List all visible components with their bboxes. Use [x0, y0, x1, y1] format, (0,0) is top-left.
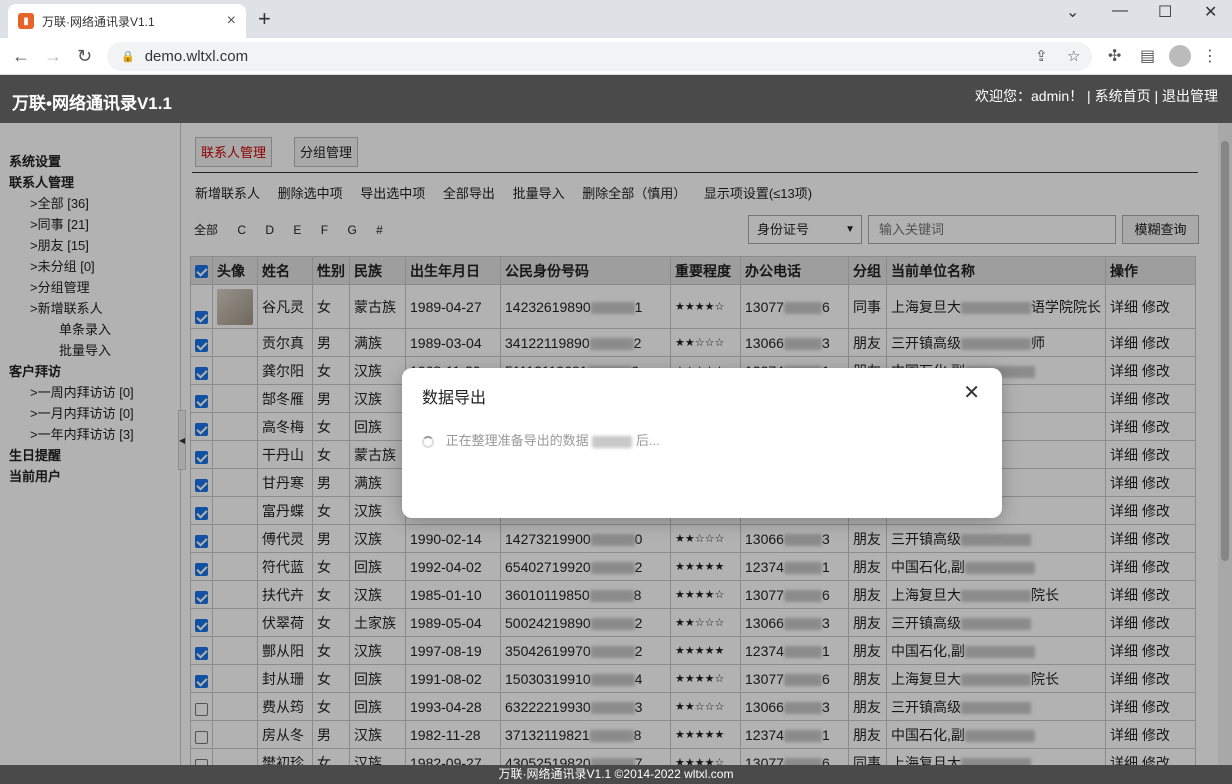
- new-tab-icon[interactable]: +: [258, 8, 271, 30]
- app-title: 万联•网络通讯录V1.1: [12, 94, 172, 113]
- url-text: demo.wltxl.com: [144, 48, 249, 65]
- lock-icon: 🔒: [121, 51, 135, 63]
- logout-link[interactable]: 退出管理: [1162, 88, 1218, 104]
- blurred-text: [592, 435, 633, 448]
- close-tab-icon[interactable]: ×: [227, 12, 236, 30]
- nav-separator: |: [1154, 88, 1162, 104]
- share-icon[interactable]: ⇪: [1035, 47, 1048, 65]
- modal-message-a: 正在整理准备导出的数据: [445, 433, 589, 448]
- address-bar: ← → ↻ 🔒 demo.wltxl.com ⇪ ☆ ✣ ▤ ⋮: [0, 38, 1232, 75]
- tab-search-icon[interactable]: ⌄: [1066, 2, 1079, 22]
- reload-icon[interactable]: ↻: [77, 46, 92, 67]
- bookmark-star-icon[interactable]: ☆: [1067, 47, 1080, 65]
- loading-spinner-icon: [422, 435, 434, 448]
- menu-icon[interactable]: ⋮: [1202, 46, 1218, 66]
- export-modal: 数据导出 ✕ 正在整理准备导出的数据 后...: [402, 368, 1002, 518]
- nav-separator: |: [1087, 88, 1095, 104]
- modal-message: 正在整理准备导出的数据 后...: [422, 430, 660, 449]
- back-icon[interactable]: ←: [12, 46, 30, 67]
- browser-tabbar: ▮ 万联·网络通讯录V1.1 × + ⌄ — ☐ ✕: [0, 0, 1232, 38]
- book-icon: ▮: [18, 13, 34, 29]
- sidepanel-icon[interactable]: ▤: [1140, 46, 1155, 66]
- welcome-text: 欢迎您：admin！: [975, 88, 1084, 104]
- maximize-icon[interactable]: ☐: [1158, 2, 1172, 22]
- close-icon[interactable]: ✕: [963, 380, 980, 405]
- tab-title: 万联·网络通讯录V1.1: [42, 14, 155, 29]
- url-field[interactable]: 🔒 demo.wltxl.com ⇪ ☆: [107, 42, 1092, 71]
- home-link[interactable]: 系统首页: [1095, 88, 1151, 104]
- modal-title: 数据导出: [422, 390, 487, 407]
- extensions-icon[interactable]: ✣: [1108, 46, 1121, 66]
- browser-tab[interactable]: ▮ 万联·网络通讯录V1.1 ×: [8, 4, 246, 38]
- minimize-icon[interactable]: —: [1112, 2, 1128, 20]
- close-window-icon[interactable]: ✕: [1204, 2, 1217, 22]
- profile-avatar[interactable]: [1169, 45, 1191, 67]
- footer: 万联·网络通讯录V1.1 ©2014-2022 wltxl.com: [0, 765, 1232, 784]
- forward-icon[interactable]: →: [44, 46, 62, 67]
- user-nav: 欢迎您：admin！ | 系统首页 | 退出管理: [975, 86, 1218, 106]
- app-header: 万联•网络通讯录V1.1 欢迎您：admin！ | 系统首页 | 退出管理: [0, 75, 1232, 123]
- modal-message-b: 后...: [635, 433, 660, 448]
